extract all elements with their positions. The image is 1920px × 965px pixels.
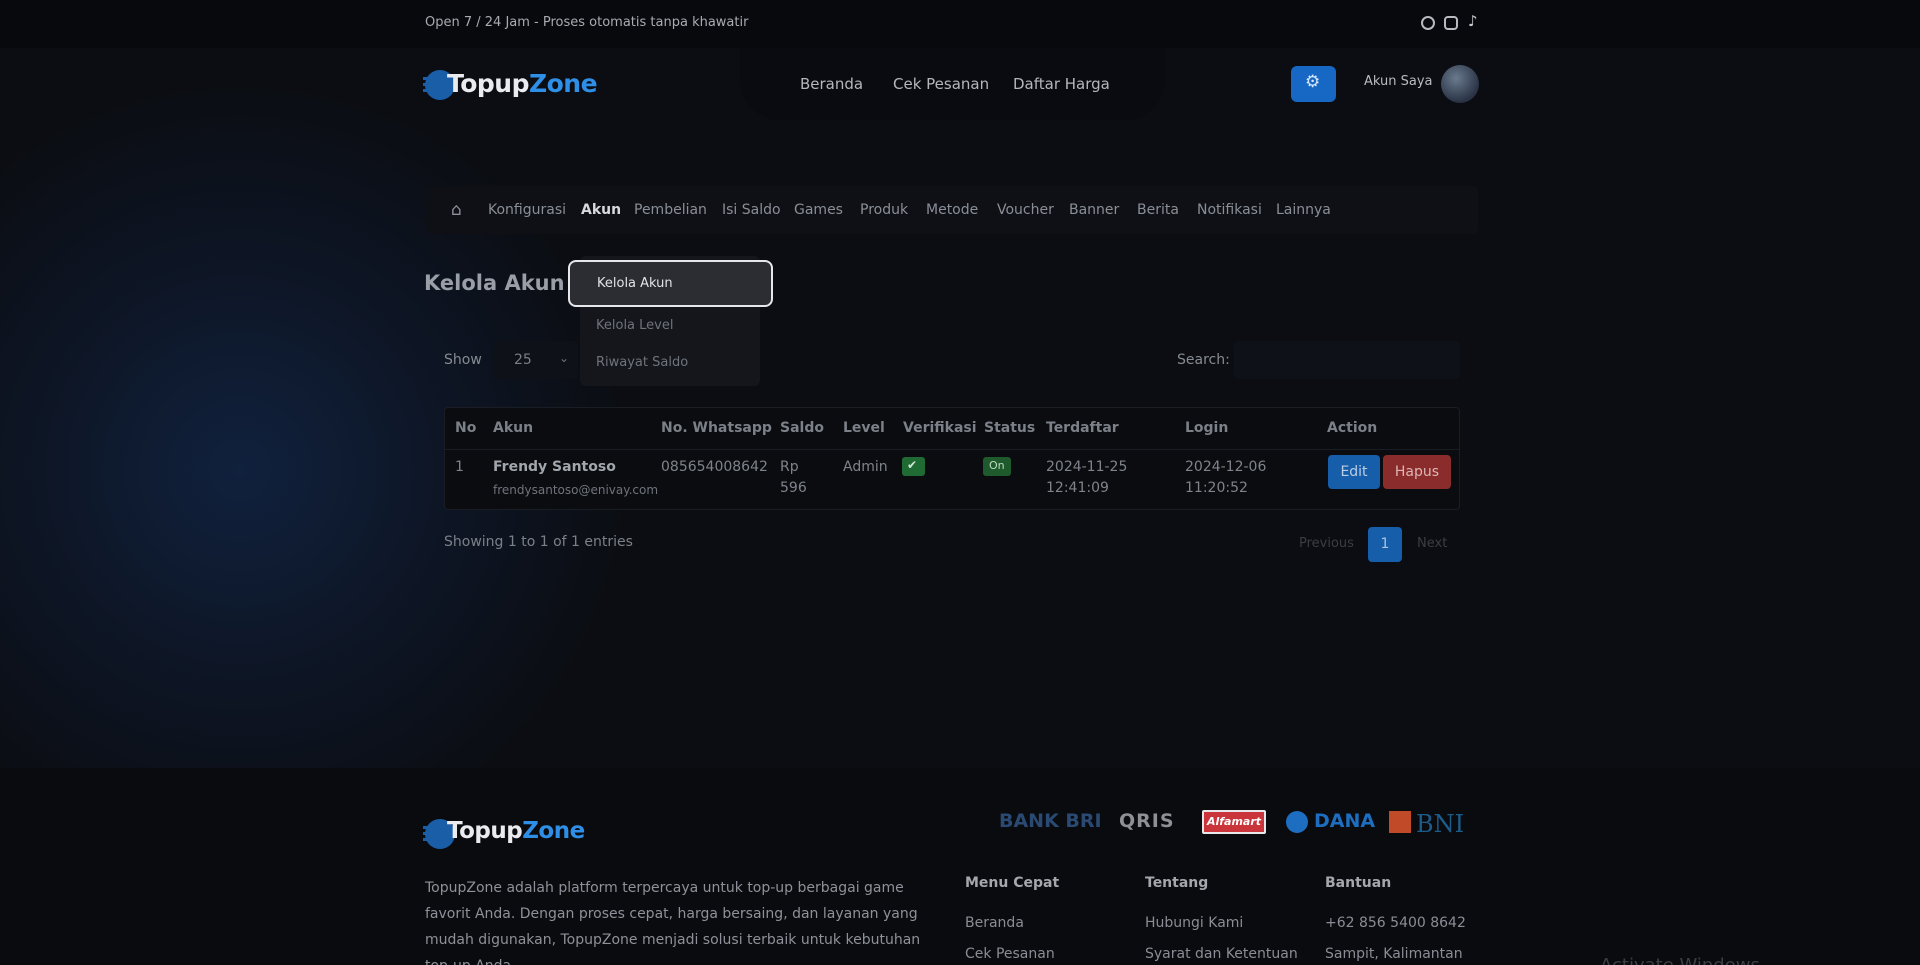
dropdown-item-kelola-level[interactable]: Kelola Level xyxy=(596,318,673,333)
entries-per-page-select[interactable]: 25 ⌄ xyxy=(493,341,578,379)
table-header-divider xyxy=(445,449,1459,450)
row-registered-date: 2024-11-25 xyxy=(1046,459,1128,475)
pagination-previous[interactable]: Previous xyxy=(1299,536,1354,551)
bank-bri-logo: BANK BRI xyxy=(999,810,1102,832)
col-header-login[interactable]: Login xyxy=(1185,420,1228,436)
account-label[interactable]: Akun Saya xyxy=(1364,74,1433,89)
footer-link-cek-pesanan[interactable]: Cek Pesanan xyxy=(965,946,1055,962)
menu-banner[interactable]: Banner xyxy=(1069,202,1119,218)
footer-link-hubungi-kami[interactable]: Hubungi Kami xyxy=(1145,915,1243,931)
col-header-no[interactable]: No xyxy=(455,420,476,436)
nav-cek-pesanan[interactable]: Cek Pesanan xyxy=(893,75,989,93)
search-label: Search: xyxy=(1177,352,1230,368)
menu-notifikasi[interactable]: Notifikasi xyxy=(1197,202,1262,218)
dropdown-item-riwayat-saldo[interactable]: Riwayat Saldo xyxy=(596,355,688,370)
menu-metode[interactable]: Metode xyxy=(926,202,978,218)
menu-akun[interactable]: Akun xyxy=(581,202,621,218)
instagram-icon[interactable] xyxy=(1444,16,1458,30)
dana-logo: DANA xyxy=(1314,810,1376,832)
menu-voucher[interactable]: Voucher xyxy=(997,202,1054,218)
menu-pembelian[interactable]: Pembelian xyxy=(634,202,707,218)
col-header-status[interactable]: Status xyxy=(984,420,1035,436)
os-activation-watermark: Activate Windows xyxy=(1600,955,1760,965)
footer-heading-bantuan: Bantuan xyxy=(1325,875,1392,891)
row-registered-time: 12:41:09 xyxy=(1046,480,1109,496)
footer-heading-menu-cepat: Menu Cepat xyxy=(965,875,1060,891)
col-header-verifikasi[interactable]: Verifikasi xyxy=(903,420,977,436)
whatsapp-icon[interactable] xyxy=(1421,16,1435,30)
menu-isi-saldo[interactable]: Isi Saldo xyxy=(722,202,781,218)
menu-berita[interactable]: Berita xyxy=(1137,202,1179,218)
row-level: Admin xyxy=(843,459,888,475)
row-saldo-amount: 596 xyxy=(780,480,807,496)
pagination-page-1[interactable]: 1 xyxy=(1368,527,1402,562)
top-info-bar: Open 7 / 24 Jam - Proses otomatis tanpa … xyxy=(0,0,1920,48)
footer-link-syarat[interactable]: Syarat dan Ketentuan xyxy=(1145,946,1298,962)
nav-daftar-harga[interactable]: Daftar Harga xyxy=(1013,75,1110,93)
nav-beranda[interactable]: Beranda xyxy=(800,75,863,93)
bni-logo: BNI xyxy=(1416,810,1465,838)
col-header-action: Action xyxy=(1327,420,1378,436)
table-info: Showing 1 to 1 of 1 entries xyxy=(444,534,633,550)
status-badge: On xyxy=(983,457,1011,476)
verified-check-icon xyxy=(902,457,925,476)
entries-per-page-value: 25 xyxy=(514,352,532,368)
logo-wordmark: TopupZone xyxy=(447,818,585,844)
col-header-level[interactable]: Level xyxy=(843,420,885,436)
topbar-text: Open 7 / 24 Jam - Proses otomatis tanpa … xyxy=(425,15,749,30)
footer-heading-tentang: Tentang xyxy=(1145,875,1209,891)
home-icon[interactable]: ⌂ xyxy=(451,200,462,220)
footer-phone: +62 856 5400 8642 xyxy=(1325,915,1466,931)
dana-icon xyxy=(1286,811,1308,833)
chevron-down-icon: ⌄ xyxy=(559,351,570,365)
tiktok-icon[interactable] xyxy=(1467,12,1481,30)
row-login-date: 2024-12-06 xyxy=(1185,459,1267,475)
row-login-time: 11:20:52 xyxy=(1185,480,1248,496)
col-header-saldo[interactable]: Saldo xyxy=(780,420,824,436)
search-input[interactable] xyxy=(1234,341,1460,379)
col-header-terdaftar[interactable]: Terdaftar xyxy=(1046,420,1119,436)
row-whatsapp: 085654008642 xyxy=(661,459,768,475)
user-avatar[interactable] xyxy=(1441,65,1479,103)
footer-description: TopupZone adalah platform terpercaya unt… xyxy=(425,880,921,965)
pagination-next[interactable]: Next xyxy=(1417,536,1447,551)
edit-button[interactable]: Edit xyxy=(1328,455,1380,489)
row-account-name: Frendy Santoso xyxy=(493,459,616,475)
col-header-akun[interactable]: Akun xyxy=(493,420,533,436)
row-account-email: frendysantoso@enivay.com xyxy=(493,483,659,497)
main-nav: Beranda Cek Pesanan Daftar Harga xyxy=(740,48,1165,120)
menu-lainnya[interactable]: Lainnya xyxy=(1276,202,1331,218)
logo-wordmark: TopupZone xyxy=(447,69,598,98)
bni-icon xyxy=(1389,811,1411,833)
row-no: 1 xyxy=(455,459,464,475)
menu-konfigurasi[interactable]: Konfigurasi xyxy=(488,202,566,218)
dropdown-item-kelola-akun[interactable]: Kelola Akun xyxy=(568,260,773,307)
admin-menu-bar: ⌂ Konfigurasi Akun Pembelian Isi Saldo G… xyxy=(426,186,1478,234)
delete-button[interactable]: Hapus xyxy=(1383,455,1451,489)
col-header-whatsapp[interactable]: No. Whatsapp xyxy=(661,420,772,436)
settings-gear-button[interactable] xyxy=(1291,66,1336,102)
dropdown-item-kelola-akun-label: Kelola Akun xyxy=(597,276,673,291)
footer-link-beranda[interactable]: Beranda xyxy=(965,915,1024,931)
qris-logo: QRIS xyxy=(1119,810,1175,832)
show-label: Show xyxy=(444,352,482,368)
site-footer: TopupZone BANK BRI QRIS Alfamart DANA BN… xyxy=(0,768,1920,965)
menu-games[interactable]: Games xyxy=(794,202,843,218)
row-saldo-currency: Rp xyxy=(780,459,799,475)
footer-location: Sampit, Kalimantan xyxy=(1325,946,1463,962)
site-header: TopupZone Beranda Cek Pesanan Daftar Har… xyxy=(0,48,1920,158)
page-title: Kelola Akun xyxy=(424,271,565,295)
alfamart-logo: Alfamart xyxy=(1202,810,1266,834)
menu-produk[interactable]: Produk xyxy=(860,202,908,218)
accounts-table: No Akun No. Whatsapp Saldo Level Verifik… xyxy=(444,407,1460,510)
